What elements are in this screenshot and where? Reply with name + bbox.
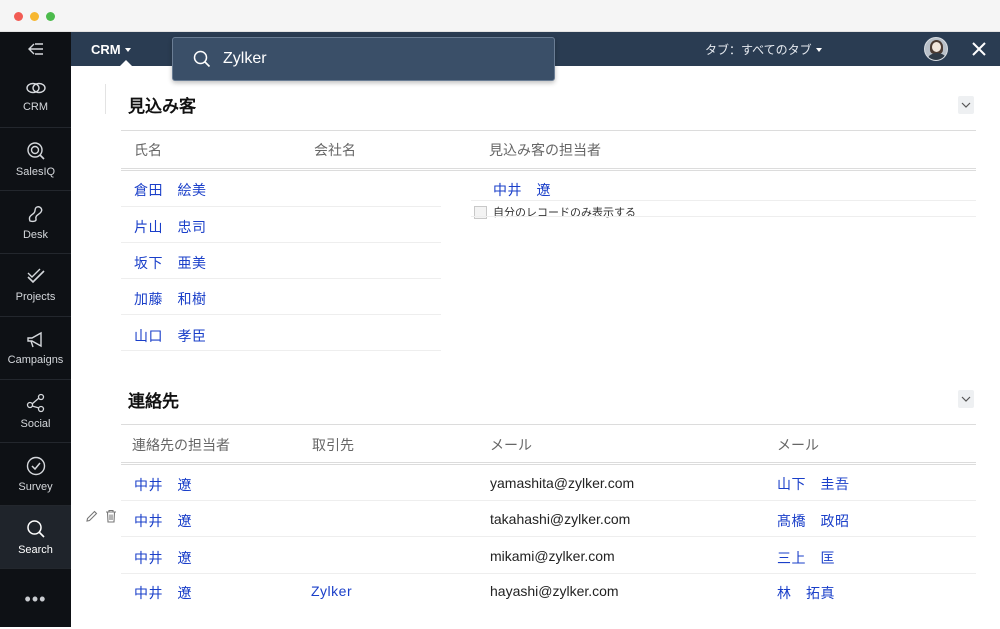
column-header-email[interactable]: メール	[490, 435, 532, 455]
chevron-down-icon	[961, 396, 971, 402]
contact-email: hayashi@zylker.com	[490, 583, 619, 599]
lead-name-link[interactable]: 山口 孝臣	[134, 326, 207, 346]
share-icon	[26, 393, 44, 412]
contact-name-link[interactable]: 髙橋 政昭	[777, 511, 850, 531]
maximize-window-button[interactable]	[46, 12, 55, 21]
close-icon	[972, 42, 986, 56]
chevron-down-icon	[124, 48, 131, 52]
contact-email: mikami@zylker.com	[490, 548, 615, 564]
sidebar-item-label: SalesIQ	[15, 165, 56, 178]
contact-owner-link[interactable]: 中井 遼	[134, 511, 192, 531]
lead-name-link[interactable]: 加藤 和樹	[134, 289, 207, 309]
lead-name-link[interactable]: 倉田 絵美	[134, 180, 207, 200]
contact-name-link[interactable]: 林 拓真	[777, 583, 835, 603]
row-actions	[85, 509, 117, 523]
contact-email: takahashi@zylker.com	[490, 511, 631, 527]
sidebar-item-search[interactable]: Search	[0, 506, 71, 569]
salesiq-icon	[26, 141, 45, 160]
tabs-menu[interactable]: タブ：すべてのタブ	[705, 32, 822, 66]
lead-owner-link[interactable]: 中井 遼	[493, 180, 551, 200]
contacts-collapse-button[interactable]	[958, 390, 974, 408]
contact-name-link[interactable]: 山下 圭吾	[777, 474, 850, 494]
megaphone-icon	[26, 331, 42, 347]
collapse-sidebar-button[interactable]	[0, 32, 71, 65]
trash-icon[interactable]	[105, 509, 117, 523]
my-records-label: 自分のレコードのみ表示する	[493, 207, 636, 219]
column-header-contact-owner[interactable]: 連絡先の担当者	[132, 435, 230, 455]
column-header-email-2[interactable]: メール	[777, 435, 819, 455]
contact-owner-link[interactable]: 中井 遼	[134, 475, 192, 495]
leads-section-title: 見込み客	[128, 97, 196, 116]
sidebar-item-label: Desk	[22, 228, 49, 241]
sidebar-item-projects[interactable]: Projects	[0, 254, 71, 317]
sidebar-item-campaigns[interactable]: Campaigns	[0, 317, 71, 380]
sidebar-item-label: Search	[18, 543, 53, 556]
chevron-down-icon	[961, 102, 971, 108]
search-icon	[26, 519, 45, 538]
check-circle-icon	[26, 456, 45, 475]
sidebar-item-salesiq[interactable]: SalesIQ	[0, 128, 71, 191]
arrow-left-icon	[27, 42, 43, 55]
sidebar-item-label: CRM	[22, 100, 49, 113]
sidebar-item-label: Projects	[15, 290, 56, 303]
sidebar-item-crm[interactable]: CRM	[0, 65, 71, 128]
my-records-filter[interactable]: 自分のレコードのみ表示する	[474, 204, 636, 220]
sidebar-item-label: Social	[20, 417, 51, 430]
sidebar-item-social[interactable]: Social	[0, 380, 71, 443]
avatar[interactable]	[924, 37, 948, 61]
more-apps-button[interactable]: •••	[0, 569, 71, 629]
desk-icon	[28, 205, 42, 222]
crm-icon	[25, 82, 46, 93]
projects-icon	[26, 268, 45, 283]
column-header-name[interactable]: 氏名	[134, 140, 162, 160]
column-header-account[interactable]: 取引先	[312, 435, 354, 455]
edit-icon[interactable]	[85, 509, 99, 523]
contacts-section-title: 連絡先	[128, 392, 179, 411]
close-button[interactable]	[970, 40, 988, 58]
tabs-menu-label: タブ：すべてのタブ	[705, 42, 812, 57]
sidebar-item-label: Campaigns	[7, 353, 64, 366]
leads-collapse-button[interactable]	[958, 96, 974, 114]
lead-name-link[interactable]: 片山 忠司	[134, 217, 207, 237]
sidebar-item-survey[interactable]: Survey	[0, 443, 71, 506]
close-window-button[interactable]	[14, 12, 23, 21]
column-header-lead-owner[interactable]: 見込み客の担当者	[489, 140, 601, 160]
search-results: 見込み客 氏名 会社名 見込み客の担当者 倉田 絵美 片山 忠司 坂下 亜美 加…	[71, 66, 1000, 627]
minimize-window-button[interactable]	[30, 12, 39, 21]
sidebar-item-desk[interactable]: Desk	[0, 191, 71, 254]
app-menu-label: CRM	[91, 41, 121, 57]
lead-name-link[interactable]: 坂下 亜美	[134, 253, 207, 273]
contact-account-link[interactable]: Zylker	[311, 583, 352, 599]
contact-email: yamashita@zylker.com	[490, 475, 635, 491]
sidebar-item-label: Survey	[18, 480, 53, 493]
contact-owner-link[interactable]: 中井 遼	[134, 548, 192, 568]
contact-name-link[interactable]: 三上 匡	[777, 548, 835, 568]
chevron-down-icon	[815, 48, 822, 52]
sidebar: CRM SalesIQ Desk Projects Campaigns Soci…	[0, 32, 71, 627]
contact-owner-link[interactable]: 中井 遼	[134, 583, 192, 603]
column-header-company[interactable]: 会社名	[314, 140, 356, 160]
window-titlebar	[0, 0, 1000, 32]
